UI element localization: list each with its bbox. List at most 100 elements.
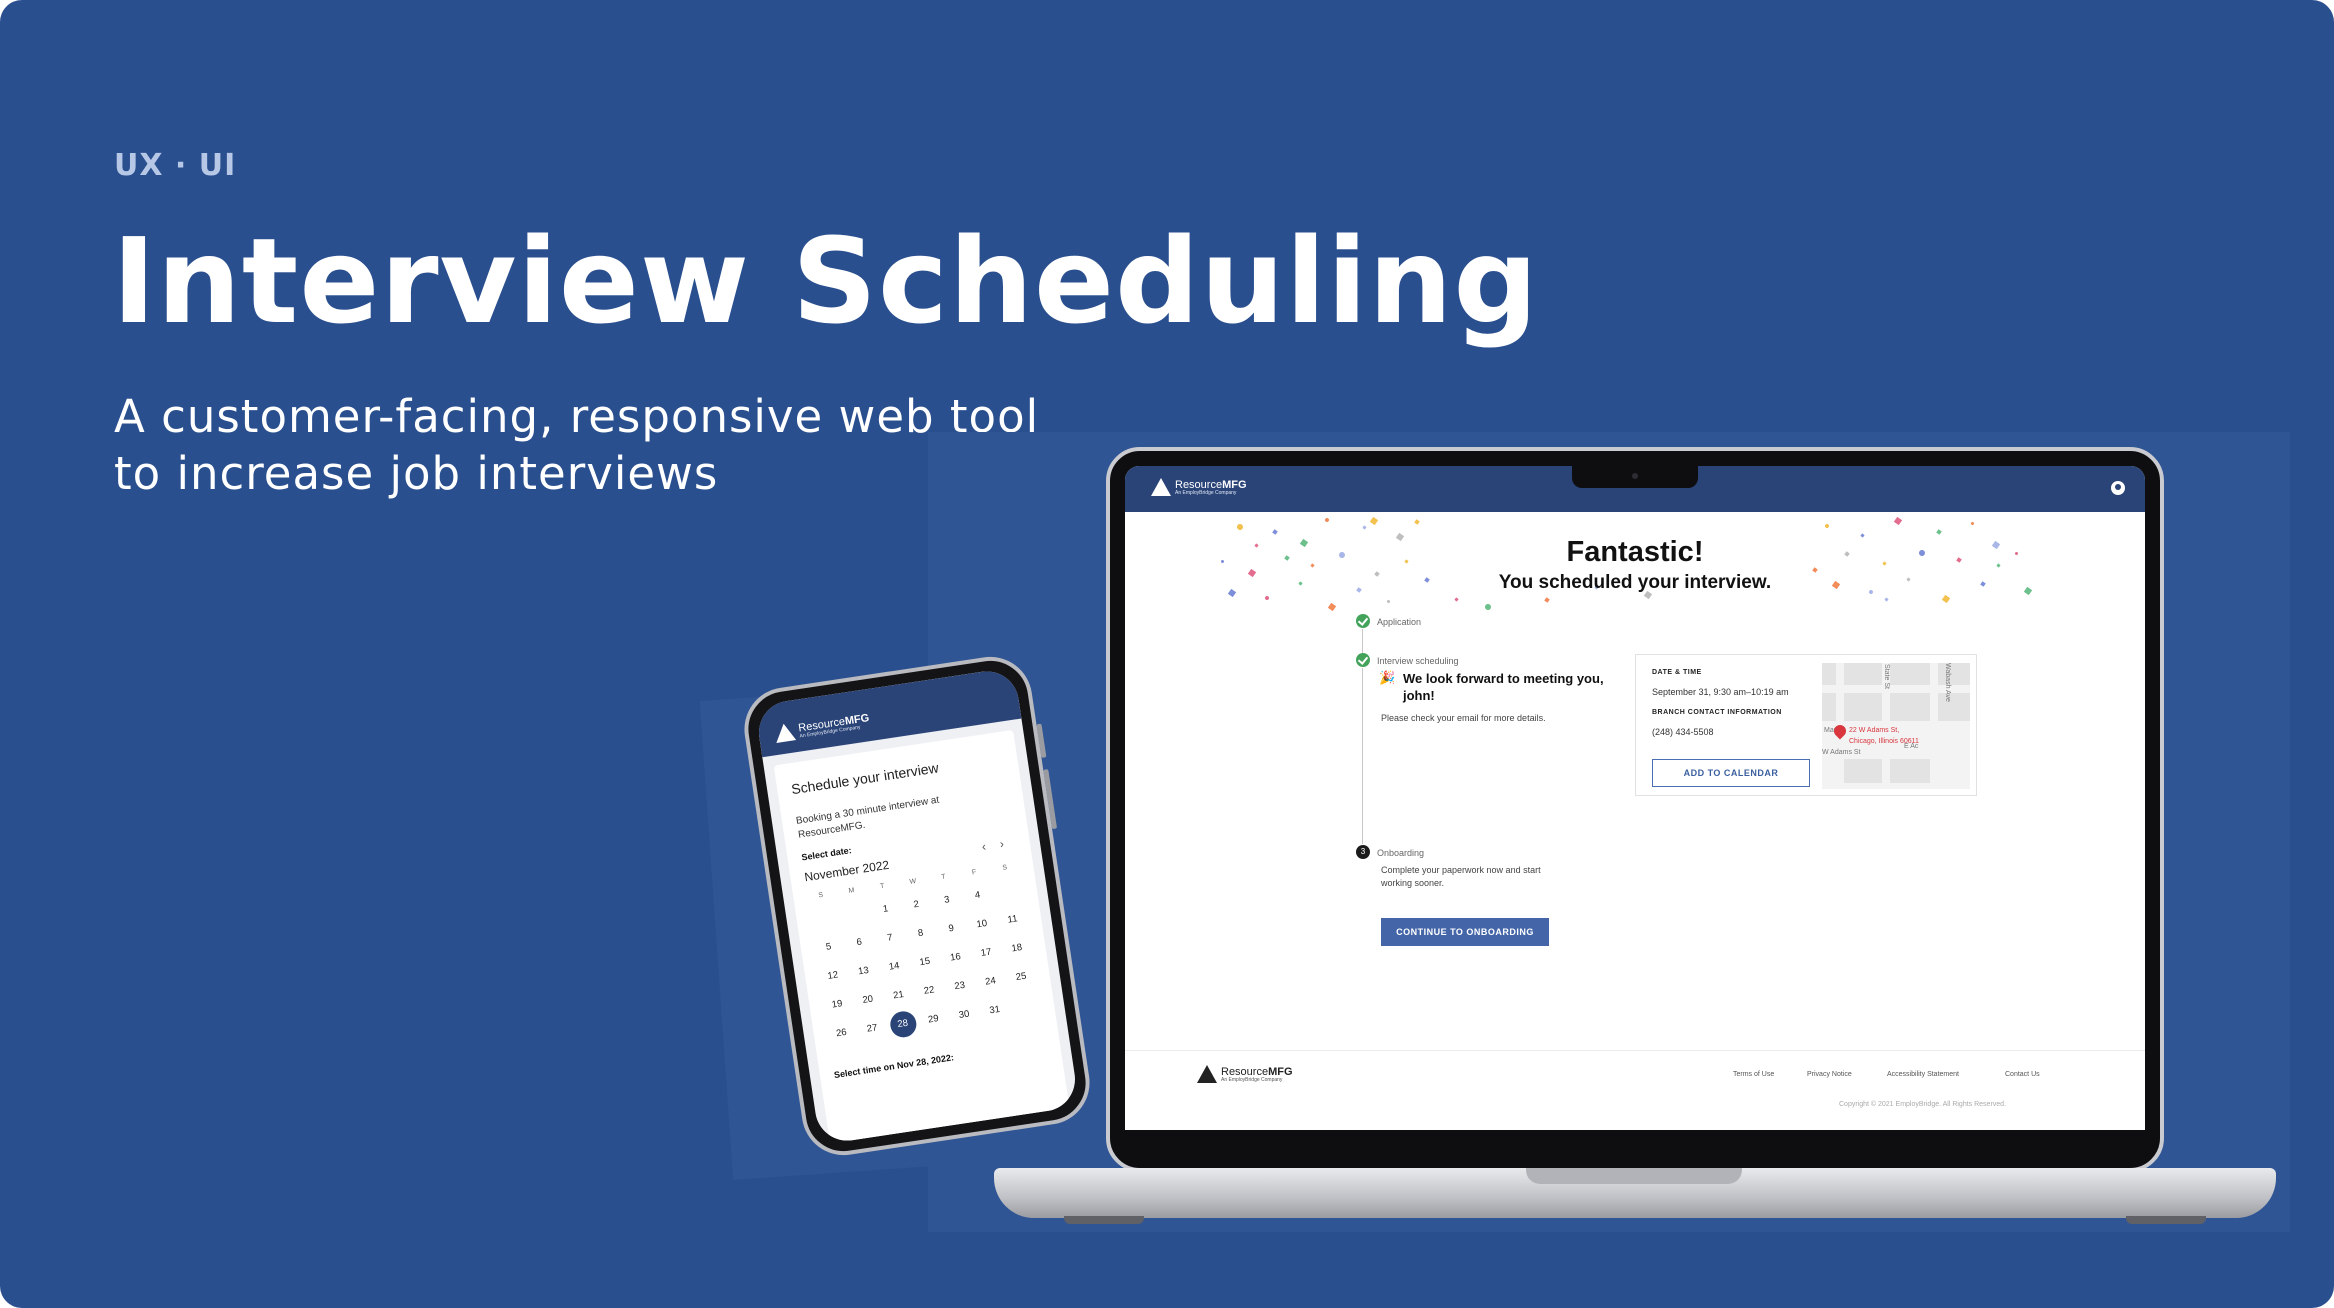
calendar-day-selected[interactable]: 28	[886, 1009, 921, 1039]
map-street-label: Wabash Ave	[1943, 663, 1951, 702]
success-heading: Fantastic!	[1566, 536, 1704, 568]
logo-triangle-icon	[1151, 478, 1171, 496]
schedule-card: Schedule your interview Booking a 30 min…	[773, 729, 1073, 1145]
footer-brand-logo[interactable]: ResourceMFG An EmployBridge Company	[1197, 1065, 1293, 1083]
mobile-brand-logo[interactable]: ResourceMFG An EmployBridge Company	[773, 711, 871, 743]
confetti-piece	[1884, 597, 1889, 602]
footer-link-contact[interactable]: Contact Us	[2005, 1071, 2040, 1078]
calendar-day[interactable]: 8	[903, 918, 938, 948]
step-connector	[1362, 668, 1363, 844]
date-time-value: September 31, 9:30 am–10:19 am	[1652, 687, 1789, 697]
chevron-left-icon[interactable]: ‹	[981, 839, 987, 853]
calendar-day[interactable]: 30	[947, 1000, 982, 1030]
footer-link-privacy[interactable]: Privacy Notice	[1807, 1071, 1852, 1078]
calendar-empty-cell	[807, 903, 842, 933]
step-connector	[1362, 629, 1363, 653]
calendar-day[interactable]: 7	[873, 923, 908, 953]
calendar-day[interactable]: 3	[930, 885, 965, 915]
confetti-piece	[1327, 602, 1337, 612]
calendar-day[interactable]: 25	[1004, 962, 1039, 992]
brand-logo[interactable]: ResourceMFG An EmployBridge Company	[1151, 478, 1247, 496]
hero-title: Interview Scheduling	[112, 212, 1539, 350]
calendar-day[interactable]: 11	[995, 904, 1030, 934]
desktop-screen: ResourceMFG An EmployBridge Company Fant…	[1125, 466, 2145, 1130]
party-popper-icon: 🎉	[1379, 670, 1396, 685]
success-subheading: You scheduled your interview.	[1498, 572, 1772, 593]
add-to-calendar-button[interactable]: ADD TO CALENDAR	[1652, 759, 1810, 787]
brand-tagline: An EmployBridge Company	[1175, 489, 1237, 496]
confetti-piece	[1544, 597, 1550, 603]
schedule-title: Schedule your interview	[790, 759, 940, 798]
calendar-empty-cell	[1008, 990, 1043, 1020]
step-label-application: Application	[1377, 617, 1422, 627]
brand-name-light: Resource	[1221, 1065, 1269, 1078]
calendar-day[interactable]: 9	[934, 914, 969, 944]
confetti-piece	[1324, 517, 1330, 523]
continue-to-onboarding-button[interactable]: CONTINUE TO ONBOARDING	[1381, 918, 1549, 946]
calendar-day[interactable]: 27	[855, 1013, 890, 1043]
brand-name-bold: MFG	[1222, 478, 1247, 491]
confetti-piece	[1264, 595, 1270, 601]
map-street-label: State St	[1882, 664, 1890, 689]
calendar-day[interactable]: 22	[912, 975, 947, 1005]
user-account-icon[interactable]	[2111, 481, 2125, 495]
confetti-piece	[1414, 519, 1420, 525]
calendar-day[interactable]: 21	[881, 980, 916, 1010]
calendar-empty-cell	[991, 876, 1026, 906]
confetti-piece	[1362, 525, 1367, 530]
page-footer: ResourceMFG An EmployBridge Company Term…	[1125, 1050, 2145, 1130]
calendar-day[interactable]: 13	[846, 956, 881, 986]
calendar-day[interactable]: 24	[973, 966, 1008, 996]
camera-notch	[1572, 466, 1698, 488]
calendar-day[interactable]: 15	[908, 947, 943, 977]
footer-link-terms[interactable]: Terms of Use	[1733, 1071, 1774, 1078]
step-complete-check-icon	[1356, 614, 1370, 628]
step-label-onboarding: Onboarding	[1377, 848, 1425, 858]
select-time-label: Select time on Nov 28, 2022:	[833, 1052, 955, 1081]
confetti-piece	[1483, 602, 1493, 612]
confetti-piece	[1941, 594, 1951, 604]
logo-triangle-icon	[1197, 1065, 1217, 1083]
confetti-piece	[1272, 529, 1278, 535]
calendar-day[interactable]: 14	[877, 951, 912, 981]
meeting-message: We look forward to meeting you, john!	[1403, 671, 1604, 703]
branch-contact-label: BRANCH CONTACT INFORMATION	[1652, 709, 1782, 716]
confetti-piece	[1936, 529, 1942, 535]
calendar-day[interactable]: 20	[851, 985, 886, 1015]
brand-tagline: An EmployBridge Company	[1221, 1076, 1283, 1083]
confetti-piece	[1369, 516, 1379, 526]
calendar-grid: S M T W T F S 1 2 3 4 5 6 7 8 9 10 11 12 13 14 15 16 17 18 19 20 21…	[804, 858, 1043, 1049]
calendar-day[interactable]: 17	[969, 938, 1004, 968]
confetti-piece	[1454, 597, 1459, 602]
calendar-day[interactable]: 26	[824, 1018, 859, 1048]
calendar-day[interactable]: 29	[916, 1004, 951, 1034]
footer-link-accessibility[interactable]: Accessibility Statement	[1887, 1071, 1959, 1078]
calendar-day[interactable]: 18	[1000, 933, 1035, 963]
calendar-day[interactable]: 23	[943, 971, 978, 1001]
brand-name-light: Resource	[1175, 478, 1223, 491]
calendar-day[interactable]: 31	[977, 995, 1012, 1025]
calendar-day[interactable]: 6	[842, 927, 877, 957]
email-note: Please check your email for more details…	[1381, 713, 1546, 723]
date-time-label: DATE & TIME	[1652, 669, 1702, 676]
calendar-day[interactable]: 19	[820, 989, 855, 1019]
confetti-piece	[1893, 516, 1903, 526]
calendar-day[interactable]: 10	[965, 909, 1000, 939]
laptop-foot-left	[1064, 1216, 1144, 1224]
select-date-label: Select date:	[800, 845, 853, 863]
eyebrow-label: UX · UI	[114, 148, 237, 183]
chevron-right-icon[interactable]: ›	[999, 837, 1005, 851]
calendar-day[interactable]: 16	[938, 942, 973, 972]
step-number-badge: 3	[1356, 845, 1370, 859]
branch-location-map[interactable]: State St Wabash Ave W Adams St E Ac Mark…	[1822, 663, 1970, 789]
calendar-day[interactable]: 4	[960, 880, 995, 910]
calendar-day[interactable]: 12	[816, 961, 851, 991]
confetti-piece	[1235, 522, 1245, 532]
calendar-day[interactable]: 2	[899, 889, 934, 919]
calendar-day[interactable]: 1	[868, 894, 903, 924]
calendar-day[interactable]: 5	[811, 932, 846, 962]
laptop-foot-right	[2126, 1216, 2206, 1224]
interview-details-card: DATE & TIME September 31, 9:30 am–10:19 …	[1635, 654, 1977, 796]
step-label-interview-scheduling: Interview scheduling	[1377, 656, 1459, 666]
copyright-text: Copyright © 2021 EmployBridge. All Right…	[1839, 1101, 2007, 1108]
